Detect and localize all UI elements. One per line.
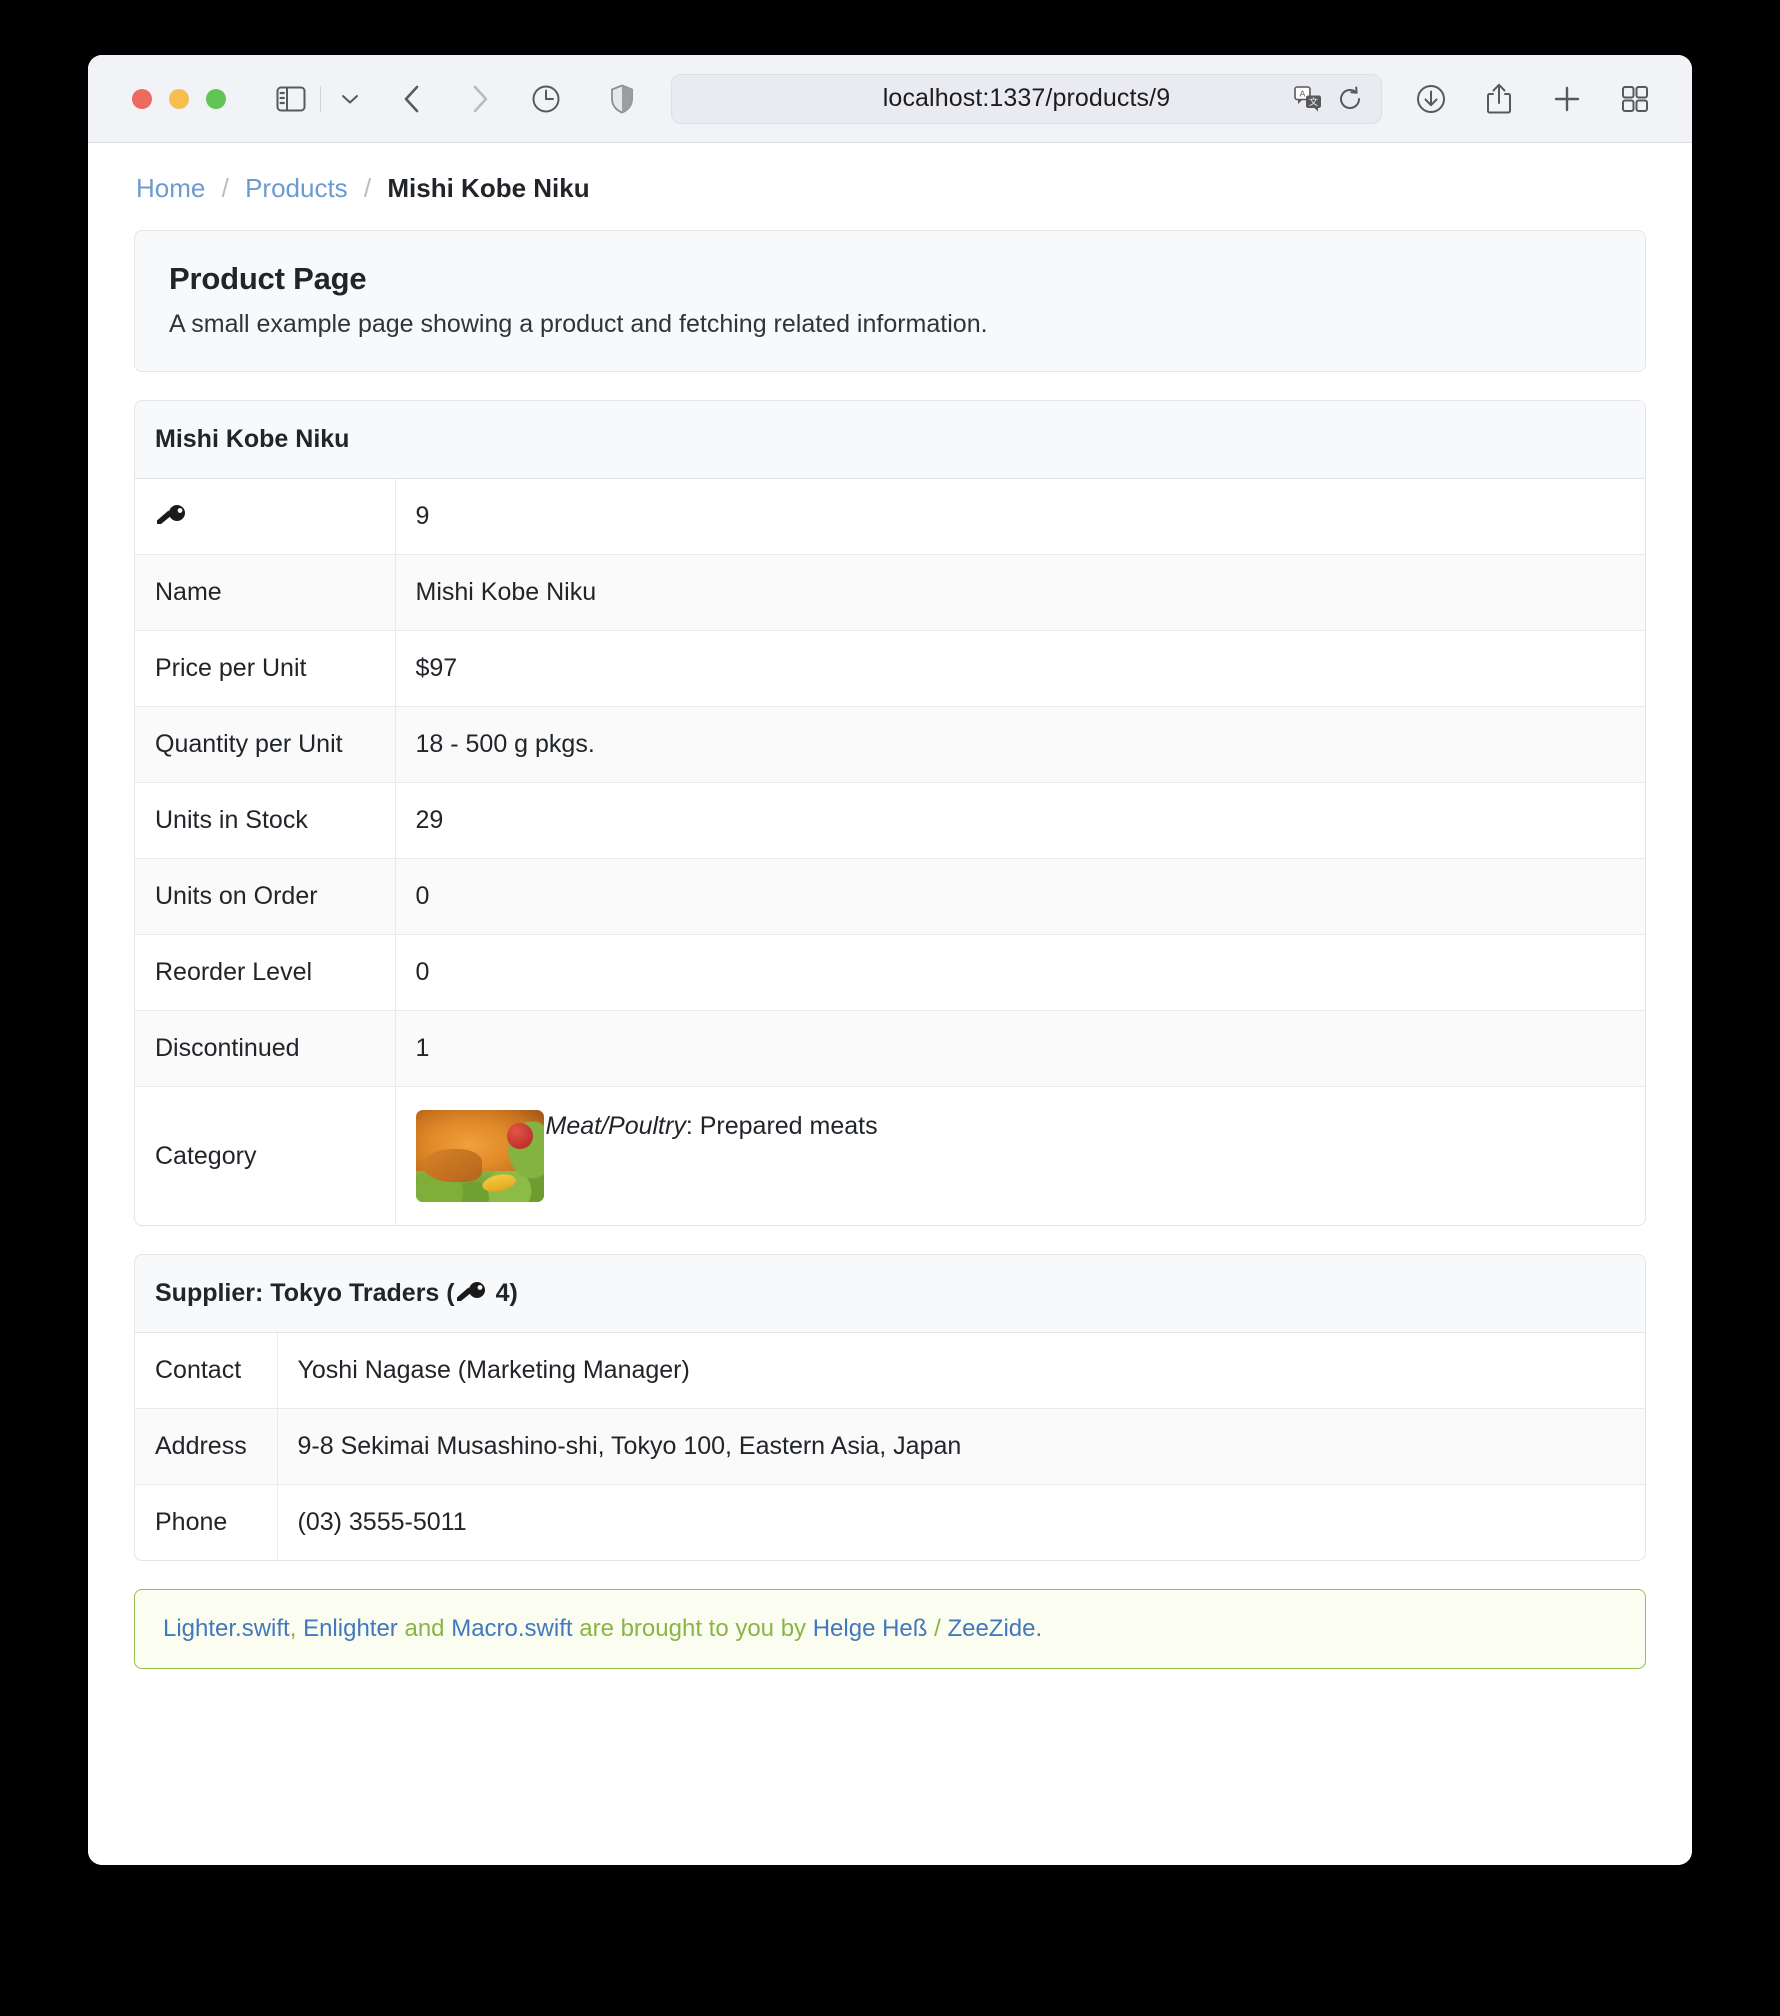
- product-row-label-name: Name: [135, 554, 396, 631]
- table-row: Reorder Level 0: [135, 934, 1645, 1011]
- footer-text-brought-by: are brought to you by: [572, 1615, 813, 1642]
- chevron-down-icon[interactable]: [327, 76, 373, 122]
- supplier-row-value-contact: Yoshi Nagase (Marketing Manager): [277, 1333, 1645, 1409]
- product-row-value-quantity: 18 - 500 g pkgs.: [395, 706, 1645, 783]
- footer-comma: ,: [289, 1615, 304, 1642]
- breadcrumb-separator-1: /: [221, 173, 229, 203]
- jumbotron: Product Page A small example page showin…: [135, 231, 1645, 371]
- product-row-value-id: 9: [395, 479, 1645, 555]
- table-row: 9: [135, 479, 1645, 555]
- supplier-row-label-phone: Phone: [135, 1484, 278, 1560]
- product-details-table: 9 Name Mishi Kobe Niku Price per Unit $9…: [135, 479, 1645, 1225]
- product-card-header: Mishi Kobe Niku: [135, 401, 1645, 479]
- minimize-window-button[interactable]: [169, 88, 189, 109]
- supplier-details-table: Contact Yoshi Nagase (Marketing Manager)…: [135, 1333, 1645, 1560]
- breadcrumb-link-products[interactable]: Products: [245, 173, 348, 203]
- table-row: Category Meat/Poultry: Prepared meats: [135, 1086, 1645, 1226]
- safari-browser-window: localhost:1337/products/9 A 文 Home / Pro…: [88, 55, 1692, 1865]
- meat-poultry-category-image: [415, 1110, 544, 1202]
- product-row-label-units-in-stock: Units in Stock: [135, 782, 396, 859]
- footer-text-and: and: [397, 1615, 452, 1642]
- page-intro-card: Product Page A small example page showin…: [134, 230, 1646, 372]
- url-text: localhost:1337/products/9: [882, 84, 1171, 112]
- breadcrumb-separator-2: /: [363, 173, 372, 203]
- table-row: Discontinued 1: [135, 1010, 1645, 1087]
- product-row-label-id: [135, 479, 396, 555]
- table-row: Contact Yoshi Nagase (Marketing Manager): [135, 1333, 1645, 1409]
- supplier-header-suffix: ): [509, 1279, 518, 1307]
- supplier-row-value-phone: (03) 3555-5011: [297, 1508, 467, 1536]
- breadcrumb: Home / Products / Mishi Kobe Niku: [134, 173, 1646, 204]
- product-row-label-price: Price per Unit: [135, 630, 396, 707]
- table-row: Name Mishi Kobe Niku: [135, 554, 1645, 631]
- category-name: Meat/Poultry: [545, 1112, 686, 1140]
- forward-icon[interactable]: [457, 76, 503, 122]
- table-row: Price per Unit $97: [135, 630, 1645, 707]
- svg-text:文: 文: [1309, 96, 1318, 107]
- window-traffic-lights: [132, 88, 226, 109]
- supplier-card-header: Supplier: Tokyo Traders ( 4): [135, 1255, 1645, 1333]
- reload-icon[interactable]: [1333, 82, 1367, 116]
- table-row: Units on Order 0: [135, 858, 1645, 935]
- product-row-label-quantity: Quantity per Unit: [135, 706, 396, 783]
- footer-link-lighter-swift[interactable]: Lighter.swift: [163, 1615, 290, 1642]
- supplier-card: Supplier: Tokyo Traders ( 4) Contact Yos…: [134, 1254, 1646, 1561]
- product-row-label-reorder-level: Reorder Level: [135, 934, 396, 1011]
- downloads-icon[interactable]: [1408, 76, 1454, 122]
- shield-icon[interactable]: [599, 76, 645, 122]
- breadcrumb-link-home[interactable]: Home: [136, 173, 205, 203]
- footer-text-slash: /: [927, 1615, 948, 1642]
- supplier-row-label-contact: Contact: [135, 1333, 278, 1409]
- breadcrumb-current: Mishi Kobe Niku: [387, 173, 590, 203]
- close-window-button[interactable]: [132, 88, 152, 109]
- history-clock-icon[interactable]: [523, 76, 569, 122]
- product-row-value-units-in-stock: 29: [395, 782, 1645, 859]
- translate-icon[interactable]: A 文: [1291, 82, 1325, 116]
- footer-link-helge-hess[interactable]: Helge Heß: [813, 1615, 928, 1642]
- footer-link-zeezide[interactable]: ZeeZide.: [947, 1615, 1042, 1642]
- product-row-label-category: Category: [135, 1086, 396, 1225]
- product-row-value-units-on-order: 0: [395, 858, 1645, 935]
- supplier-row-value-address: 9-8 Sekimai Musashino-shi, Tokyo 100, Ea…: [277, 1408, 1645, 1485]
- product-row-label-discontinued: Discontinued: [135, 1010, 396, 1087]
- product-row-label-units-on-order: Units on Order: [135, 858, 396, 935]
- address-bar[interactable]: localhost:1337/products/9 A 文: [671, 73, 1382, 124]
- share-icon[interactable]: [1476, 76, 1522, 122]
- footer-credits-alert: Lighter.swift, Enlighter and Macro.swift…: [134, 1589, 1646, 1669]
- table-row: Quantity per Unit 18 - 500 g pkgs.: [135, 706, 1645, 783]
- page-title: Product Page: [169, 261, 367, 296]
- product-card: Mishi Kobe Niku 9 Name Mishi Kobe Niku P…: [134, 400, 1646, 1226]
- table-row: Phone (03) 3555-5011: [135, 1484, 1645, 1560]
- toolbar-divider: [320, 85, 321, 112]
- tab-overview-icon[interactable]: [1612, 76, 1658, 122]
- product-row-value-price: $97: [395, 630, 1645, 707]
- supplier-row-label-address: Address: [135, 1408, 278, 1485]
- supplier-header-prefix: Supplier: Tokyo Traders (: [155, 1279, 455, 1307]
- svg-text:A: A: [1300, 88, 1306, 98]
- product-row-value-reorder-level: 0: [395, 934, 1645, 1011]
- table-row: Units in Stock 29: [135, 782, 1645, 859]
- browser-toolbar: localhost:1337/products/9 A 文: [88, 55, 1692, 143]
- new-tab-icon[interactable]: [1544, 76, 1590, 122]
- product-row-value-name: Mishi Kobe Niku: [395, 554, 1645, 631]
- table-row: Address 9-8 Sekimai Musashino-shi, Tokyo…: [135, 1408, 1645, 1485]
- product-row-value-category: Meat/Poultry: Prepared meats: [395, 1087, 1645, 1226]
- back-icon[interactable]: [389, 76, 435, 122]
- product-row-value-discontinued: 1: [395, 1010, 1645, 1087]
- supplier-header-id: 4: [495, 1279, 510, 1307]
- key-icon: [155, 505, 189, 527]
- footer-link-macro-swift[interactable]: Macro.swift: [451, 1615, 572, 1642]
- footer-link-enlighter[interactable]: Enlighter: [303, 1615, 398, 1642]
- category-description: : Prepared meats: [685, 1112, 878, 1140]
- page-subtitle: A small example page showing a product a…: [169, 310, 988, 338]
- maximize-window-button[interactable]: [206, 88, 226, 109]
- key-icon: [455, 1282, 489, 1304]
- sidebar-icon[interactable]: [268, 76, 314, 122]
- page-content: Home / Products / Mishi Kobe Niku Produc…: [88, 143, 1692, 1865]
